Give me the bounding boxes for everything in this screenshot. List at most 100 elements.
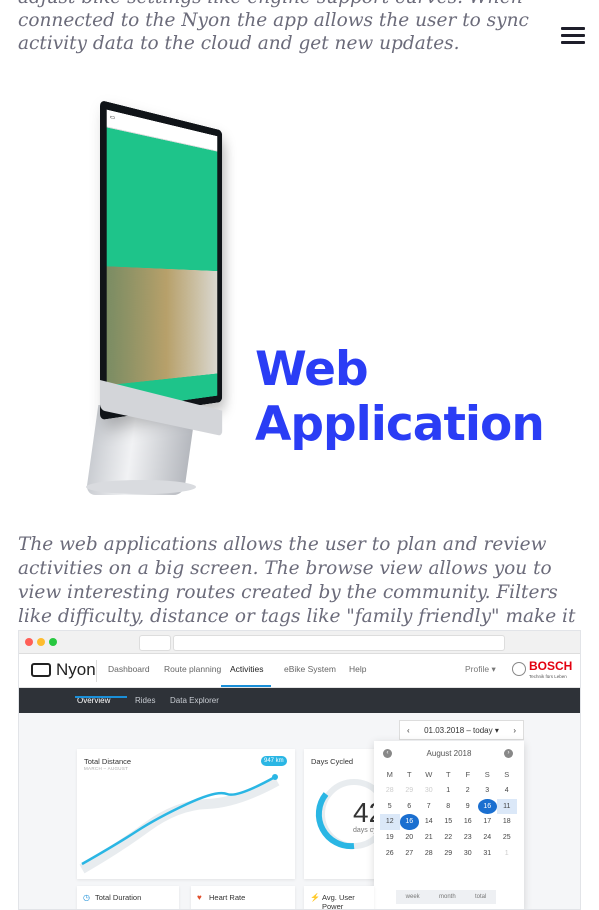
subnav-rides: Rides xyxy=(135,696,156,705)
calendar-month-toggle: month xyxy=(438,894,456,900)
calendar-dow: S xyxy=(484,770,490,779)
tile-heart-rate: ♥ Heart Rate xyxy=(191,886,295,909)
bosch-tagline: Technik fürs Leben xyxy=(529,674,567,679)
nav-dashboard: Dashboard xyxy=(108,664,150,674)
maximize-dot-icon xyxy=(49,638,57,646)
calendar-day[interactable]: 7 xyxy=(419,799,439,815)
calendar-day[interactable]: 1 xyxy=(439,783,459,799)
globe-icon xyxy=(512,662,526,676)
calendar-day[interactable]: 11 xyxy=(497,798,517,815)
calendar-day[interactable]: 18 xyxy=(497,814,517,830)
total-distance-card: Total Distance MARCH – AUGUST xyxy=(77,749,295,879)
calendar-week: week xyxy=(405,894,420,900)
calendar-day[interactable]: 22 xyxy=(439,830,459,846)
calendar-day[interactable]: 1 xyxy=(497,846,517,862)
calendar-total: total xyxy=(474,894,487,900)
imac-screen: ▭ xyxy=(100,100,223,420)
calendar-day[interactable]: 29 xyxy=(400,783,420,799)
calendar-day[interactable]: 2 xyxy=(458,783,478,799)
nyon-logo-icon xyxy=(31,663,51,677)
calendar-day[interactable]: 14 xyxy=(419,814,439,830)
calendar-dow: T xyxy=(406,770,412,779)
chevron-left-icon: ‹ xyxy=(407,725,410,735)
calendar-day[interactable]: 28 xyxy=(419,846,439,862)
nav-active-indicator xyxy=(221,685,271,687)
tile-label: Total Duration xyxy=(95,893,142,902)
app-screenshot: Nyon Dashboard Route planning Activities… xyxy=(18,630,581,910)
calendar-day[interactable]: 17 xyxy=(478,814,498,830)
nav-route-planning: Route planning xyxy=(164,664,222,674)
days-cycled-title: Days Cycled xyxy=(311,757,354,766)
sub-navigation: Overview Rides Data Explorer xyxy=(19,688,580,713)
calendar-day[interactable]: 30 xyxy=(419,783,439,799)
clock-icon: ◷ xyxy=(83,893,90,902)
calendar-month: August 2018 xyxy=(426,749,472,758)
calendar-footer: week month total xyxy=(396,890,496,904)
minimize-dot-icon xyxy=(37,638,45,646)
subnav-data-explorer: Data Explorer xyxy=(170,696,219,705)
distance-badge: 947 km xyxy=(261,756,287,766)
calendar-day[interactable]: 24 xyxy=(478,830,498,846)
tile-label: Heart Rate xyxy=(209,893,246,902)
calendar-dow: M xyxy=(386,770,393,779)
hero-title-line1: Web xyxy=(255,342,369,397)
calendar-day[interactable]: 25 xyxy=(497,830,517,846)
bosch-logo: BOSCH xyxy=(529,659,573,673)
calendar-dow: W xyxy=(425,770,433,779)
calendar-popup: ‹ August 2018 › M T W T F S S 28 29 30 1 2 3 4 5 6 7 8 9 16… xyxy=(374,741,524,909)
calendar-day[interactable]: 3 xyxy=(478,783,498,799)
subnav-active-indicator xyxy=(75,696,127,698)
calendar-day[interactable]: 20 xyxy=(400,830,420,846)
date-range-text: 01.03.2018 – today xyxy=(424,725,493,735)
back-forward-buttons xyxy=(139,635,171,651)
tile-avg-user-power: ⚡ Avg. User Power xyxy=(304,886,374,910)
nyon-logo: Nyon xyxy=(31,660,96,680)
calendar-next-icon: › xyxy=(504,749,513,758)
tile-label: Avg. User Power xyxy=(322,893,355,910)
calendar-day[interactable]: 27 xyxy=(400,846,420,862)
screen-photos xyxy=(106,266,218,386)
calendar-day[interactable]: 30 xyxy=(458,846,478,862)
nav-activities: Activities xyxy=(230,664,264,674)
calendar-day[interactable]: 12 xyxy=(380,814,400,831)
calendar-day[interactable]: 19 xyxy=(380,830,400,846)
chevron-right-icon: › xyxy=(513,725,516,735)
calendar-day[interactable]: 16 xyxy=(399,814,419,831)
screen-banner xyxy=(106,127,218,272)
date-range-picker: ‹ 01.03.2018 – today ▾ › xyxy=(399,720,524,740)
calendar-day[interactable]: 16 xyxy=(477,798,497,815)
calendar-day[interactable]: 29 xyxy=(439,846,459,862)
calendar-day[interactable]: 9 xyxy=(458,799,478,815)
calendar-dow: F xyxy=(465,770,471,779)
nav-help: Help xyxy=(349,664,367,674)
intro-paragraph: adjust bike settings like engine support… xyxy=(18,0,529,54)
distance-line-chart xyxy=(79,774,280,874)
tile-total-duration: ◷ Total Duration xyxy=(77,886,179,909)
hero-title-line2: Application xyxy=(255,397,545,452)
hero-title: Web Application xyxy=(255,342,545,452)
calendar-day[interactable]: 31 xyxy=(478,846,498,862)
calendar-dow: S xyxy=(504,770,510,779)
calendar-day[interactable]: 8 xyxy=(439,799,459,815)
imac-base xyxy=(86,480,196,494)
calendar-day[interactable]: 16 xyxy=(458,814,478,830)
calendar-day[interactable]: 6 xyxy=(400,799,420,815)
calendar-dow: T xyxy=(445,770,451,779)
calendar-day[interactable]: 21 xyxy=(419,830,439,846)
calendar-day[interactable]: 4 xyxy=(497,783,517,799)
close-dot-icon xyxy=(25,638,33,646)
calendar-day[interactable]: 5 xyxy=(380,799,400,815)
hamburger-menu-icon[interactable] xyxy=(561,24,585,48)
calendar-day[interactable]: 23 xyxy=(458,830,478,846)
browser-chrome xyxy=(19,631,580,654)
nyon-logo-text: Nyon xyxy=(56,660,96,679)
calendar-day[interactable]: 28 xyxy=(380,783,400,799)
calendar-grid: M T W T F S S 28 29 30 1 2 3 4 5 6 7 8 9 16 11 12 16 14 15 16 17 18… xyxy=(380,767,517,862)
calendar-day[interactable]: 15 xyxy=(439,814,459,830)
calendar-day[interactable]: 26 xyxy=(380,846,400,862)
url-bar xyxy=(173,635,505,651)
profile-menu: Profile ▾ xyxy=(465,664,496,674)
app-header: Nyon Dashboard Route planning Activities… xyxy=(19,654,580,688)
heart-icon: ♥ xyxy=(197,893,202,902)
nav-ebike-system: eBike System xyxy=(284,664,336,674)
